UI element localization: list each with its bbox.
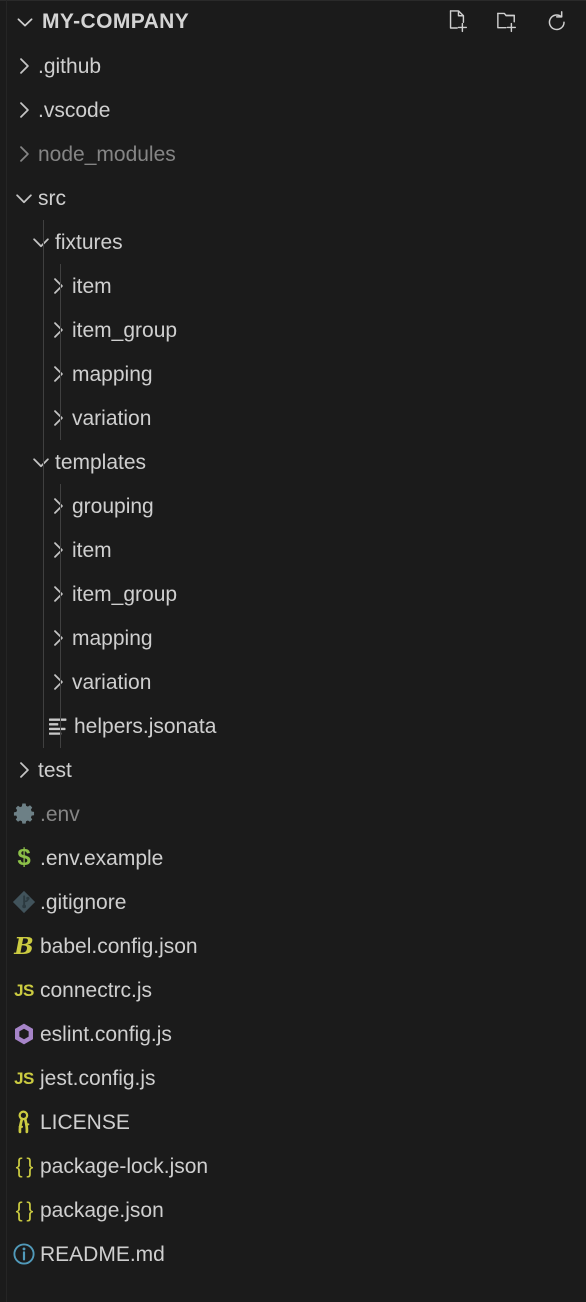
tree-item-label: grouping (72, 494, 154, 518)
tree-folder-mapping[interactable]: mapping (0, 352, 586, 396)
tree-item-label: LICENSE (40, 1110, 130, 1134)
chevron-right-icon[interactable] (10, 88, 38, 132)
tree-item-label: package.json (40, 1198, 164, 1222)
file-tree: .github .vscode node_modulessrc fixtures ite… (0, 44, 586, 1276)
tree-folder-github[interactable]: .github (0, 44, 586, 88)
tree-folder-item[interactable]: item (0, 528, 586, 572)
tree-item-label: helpers.jsonata (74, 714, 217, 738)
chevron-right-icon[interactable] (44, 308, 72, 352)
tree-item-label: node_modules (38, 142, 176, 166)
js-icon: JS (14, 1068, 34, 1088)
tree-file-license[interactable]: LICENSE (0, 1100, 586, 1144)
tree-file-env[interactable]: .env (0, 792, 586, 836)
tree-item-label: .env (40, 802, 80, 826)
dollar-icon: $ (17, 844, 31, 871)
tree-file-helpers-jsonata[interactable]: helpers.jsonata (0, 704, 586, 748)
tree-item-label: test (38, 758, 72, 782)
tree-item-label: mapping (72, 362, 153, 386)
tree-item-label: README.md (40, 1242, 165, 1266)
babel-icon: B (14, 932, 34, 960)
chevron-right-icon[interactable] (10, 748, 38, 792)
tree-item-label: src (38, 186, 66, 210)
info-icon (10, 1232, 38, 1276)
tree-item-label: jest.config.js (40, 1066, 156, 1090)
git-icon (10, 880, 38, 924)
tree-file-eslint-config-js[interactable]: eslint.config.js (0, 1012, 586, 1056)
tree-folder-variation[interactable]: variation (0, 660, 586, 704)
tree-item-label: item_group (72, 582, 178, 606)
js-icon: JS (14, 980, 34, 1000)
chevron-right-icon[interactable] (44, 528, 72, 572)
tree-item-label: item (72, 538, 112, 562)
chevron-right-icon[interactable] (44, 396, 72, 440)
file-explorer-panel: MY-COMPANY .github .vscode node_modules … (0, 0, 586, 1302)
chevron-right-icon[interactable] (44, 484, 72, 528)
chevron-right-icon[interactable] (44, 352, 72, 396)
tree-item-label: item_group (72, 318, 178, 342)
tree-file-babel-config-json[interactable]: Bbabel.config.json (0, 924, 586, 968)
tree-item-label: item (72, 274, 112, 298)
tree-item-label: .github (38, 54, 102, 78)
tree-item-label: connectrc.js (40, 978, 153, 1002)
new-file-icon[interactable] (444, 7, 474, 37)
tree-item-label: babel.config.json (40, 934, 198, 958)
tree-item-label: variation (72, 406, 152, 430)
tree-folder-node-modules[interactable]: node_modules (0, 132, 586, 176)
tree-folder-item-group[interactable]: item_group (0, 572, 586, 616)
tree-file-package-json[interactable]: { } package.json (0, 1188, 586, 1232)
chevron-down-icon[interactable] (27, 220, 55, 264)
tree-folder-templates[interactable]: templates (0, 440, 586, 484)
chevron-down-icon[interactable] (10, 0, 40, 44)
header-actions (444, 7, 572, 37)
tree-folder-item[interactable]: item (0, 264, 586, 308)
chevron-right-icon[interactable] (10, 132, 38, 176)
new-folder-icon[interactable] (493, 7, 523, 37)
gear-icon (10, 792, 38, 836)
tree-file-gitignore[interactable]: .gitignore (0, 880, 586, 924)
tree-item-label: mapping (72, 626, 153, 650)
tree-folder-test[interactable]: test (0, 748, 586, 792)
tree-folder-mapping[interactable]: mapping (0, 616, 586, 660)
tree-file-env-example[interactable]: $ .env.example (0, 836, 586, 880)
chevron-right-icon[interactable] (10, 44, 38, 88)
tree-item-label: .env.example (40, 846, 164, 870)
tree-folder-variation[interactable]: variation (0, 396, 586, 440)
tree-folder-item-group[interactable]: item_group (0, 308, 586, 352)
tree-item-label: fixtures (55, 230, 123, 254)
chevron-right-icon[interactable] (44, 572, 72, 616)
tree-item-label: package-lock.json (40, 1154, 209, 1178)
key-icon (10, 1100, 38, 1144)
tree-item-label: .gitignore (40, 890, 127, 914)
page-title: MY-COMPANY (42, 10, 190, 33)
json-icon: { } (15, 1198, 34, 1222)
indent-guide (60, 264, 61, 440)
json-icon: { } (15, 1154, 34, 1178)
tree-folder-src[interactable]: src (0, 176, 586, 220)
indent-guide (60, 484, 61, 748)
indent-guide (43, 220, 44, 748)
tree-folder-vscode[interactable]: .vscode (0, 88, 586, 132)
tree-folder-fixtures[interactable]: fixtures (0, 220, 586, 264)
tree-item-label: templates (55, 450, 147, 474)
tree-item-label: eslint.config.js (40, 1022, 172, 1046)
chevron-right-icon[interactable] (44, 660, 72, 704)
chevron-right-icon[interactable] (44, 616, 72, 660)
explorer-section-header[interactable]: MY-COMPANY (0, 0, 586, 44)
tree-file-jest-config-js[interactable]: JS jest.config.js (0, 1056, 586, 1100)
tree-file-package-lock-json[interactable]: { } package-lock.json (0, 1144, 586, 1188)
tree-folder-grouping[interactable]: grouping (0, 484, 586, 528)
tree-item-label: variation (72, 670, 152, 694)
tree-file-readme-md[interactable]: README.md (0, 1232, 586, 1276)
refresh-icon[interactable] (542, 7, 572, 37)
chevron-down-icon[interactable] (27, 440, 55, 484)
lines-file-icon (44, 704, 72, 748)
chevron-right-icon[interactable] (44, 264, 72, 308)
chevron-down-icon[interactable] (10, 176, 38, 220)
tree-item-label: .vscode (38, 98, 111, 122)
eslint-icon (10, 1012, 38, 1056)
tree-file-connectrc-js[interactable]: JS connectrc.js (0, 968, 586, 1012)
